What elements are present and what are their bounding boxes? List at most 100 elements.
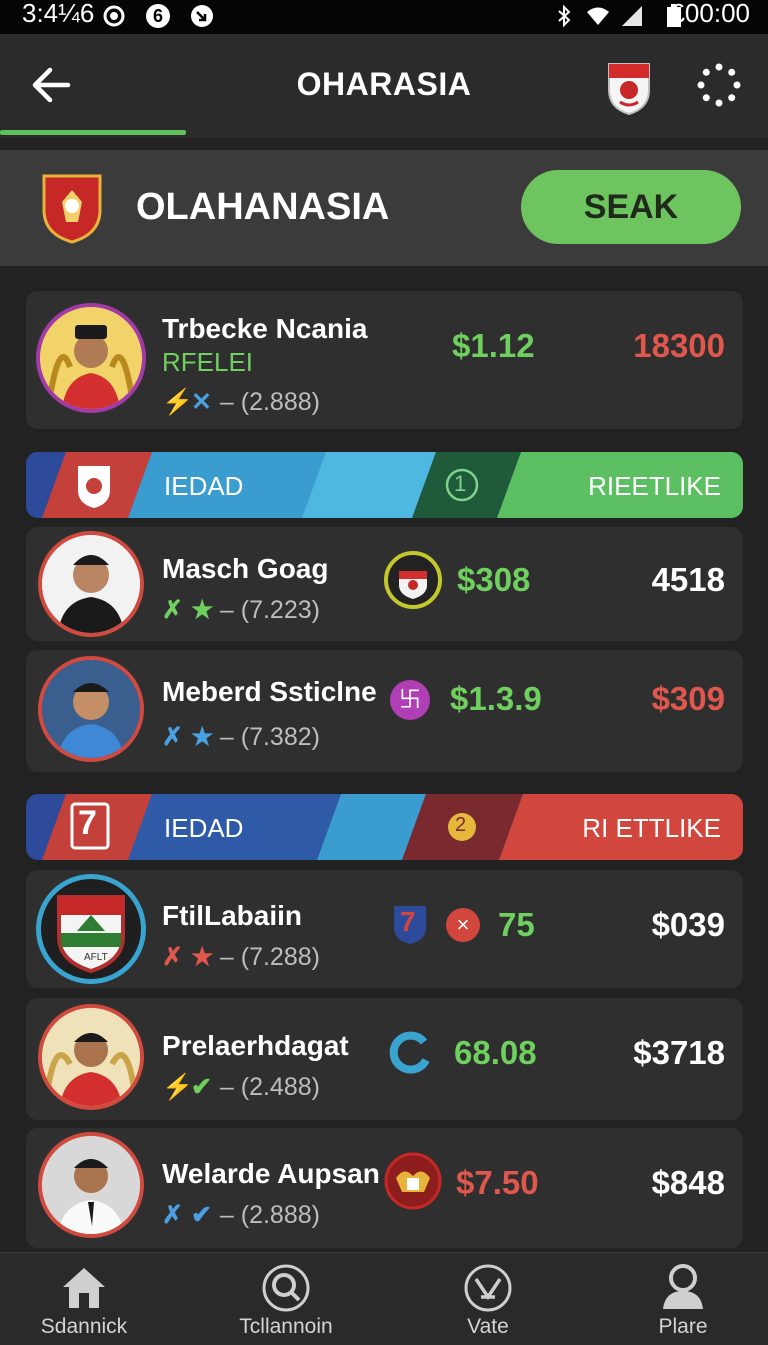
profile-icon <box>663 1264 703 1309</box>
player-avatar <box>38 531 144 637</box>
check-icon: ✔ <box>190 1073 212 1101</box>
nav-item-search[interactable]: Tcllannoin <box>196 1253 376 1345</box>
player-card[interactable]: AFLT FtilLabaiin ✗ ★ – (7.288) 7 × 75 $0… <box>26 870 743 988</box>
player-avatar <box>36 303 146 413</box>
skill-icon: ✗ <box>162 943 183 971</box>
player-avatar <box>38 1132 144 1238</box>
league-header: OLAHANASIA SEAK <box>0 150 768 266</box>
nav-label: Vate <box>467 1315 509 1338</box>
banner-mid-badge: 1 <box>454 471 467 496</box>
banner-left-label: IEDAD <box>164 471 244 501</box>
nav-item-profile[interactable]: Plare <box>593 1253 768 1345</box>
status-clock: £00:00 <box>670 0 750 28</box>
player-stats-text: – (2.888) <box>219 388 320 416</box>
player-name: Welarde Aupsan <box>162 1158 380 1189</box>
team-crest-icon[interactable] <box>606 60 652 116</box>
star-icon: ★ <box>190 596 214 624</box>
player-stats: ⚡ ✕ – (2.888) <box>162 387 320 417</box>
player-photo-icon <box>40 307 142 409</box>
player-price: $7.50 <box>456 1164 539 1201</box>
player-card[interactable]: Prelaerhdagat ⚡ ✔ – (2.488) 68.08 $3718 <box>26 998 743 1120</box>
nav-label: Tcllannoin <box>239 1315 333 1338</box>
player-photo-icon <box>42 660 140 758</box>
player-photo-icon <box>42 535 140 633</box>
skill-icon: ⚡ <box>162 1073 194 1101</box>
player-name: Meberd Ssticlne <box>162 676 377 707</box>
section-banner: 7 2 IEDAD RI ETTLIKE <box>26 794 743 860</box>
active-tab-indicator <box>0 130 186 135</box>
notification-badge-icon: 6 <box>146 4 170 28</box>
club-crest-icon <box>57 895 125 974</box>
banner-right-label: RIEETLIKE <box>588 471 721 501</box>
banner-right-label: RI ETTLIKE <box>582 813 721 843</box>
player-stats-text: – (7.382) <box>219 723 320 751</box>
player-avatar <box>38 656 144 762</box>
player-name: Prelaerhdagat <box>162 1030 349 1061</box>
home-icon <box>63 1268 105 1308</box>
signal-icon <box>622 6 642 26</box>
league-crest-icon <box>42 174 102 244</box>
club-badge-icon: 卐 <box>390 680 430 720</box>
player-tag: RFELEI <box>162 347 254 377</box>
star-icon: ★ <box>190 723 214 751</box>
player-points: $039 <box>651 906 725 943</box>
player-price: 75 <box>498 906 535 943</box>
player-photo-icon <box>42 1008 140 1106</box>
player-name: FtilLabaiin <box>162 900 302 931</box>
player-points: $3718 <box>633 1034 725 1071</box>
nav-label: Plare <box>658 1315 708 1338</box>
player-stats: ✗ ★ – (7.382) <box>162 722 320 752</box>
swap-icon: ✕ <box>190 388 212 416</box>
nav-item-home[interactable]: Sdannick <box>0 1253 174 1345</box>
player-points: $848 <box>651 1164 725 1201</box>
player-photo-icon <box>42 1136 140 1234</box>
player-stats-text: – (2.488) <box>219 1073 320 1101</box>
seek-button[interactable]: SEAK <box>521 170 741 244</box>
banner-number-badge: 7 <box>78 804 97 842</box>
skill-icon: ✗ <box>162 1201 183 1229</box>
player-stats: ✗ ★ – (7.288) <box>162 942 320 972</box>
nav-label: Sdannick <box>40 1315 128 1338</box>
record-icon <box>103 5 125 27</box>
player-avatar <box>38 1004 144 1110</box>
player-card[interactable]: Meberd Ssticlne ✗ ★ – (7.382) 卐 $1.3.9 $… <box>26 650 743 772</box>
club-badge-icon <box>384 551 442 609</box>
player-stats-text: – (7.223) <box>219 596 320 624</box>
skill-icon: ✗ <box>162 723 183 751</box>
player-stats-text: – (2.888) <box>219 1201 320 1229</box>
player-stats-text: – (7.288) <box>219 943 320 971</box>
skill-icon: ✗ <box>162 596 183 624</box>
star-icon: ★ <box>190 943 214 971</box>
vote-icon <box>464 1264 512 1312</box>
player-stats: ✗ ✔ – (2.888) <box>162 1200 320 1230</box>
status-bar: 3:4¼6 6 £00:00 <box>0 0 768 34</box>
close-badge-icon: × <box>446 908 480 942</box>
player-name: Trbecke Ncania <box>162 313 368 344</box>
player-stats: ⚡ ✔ – (2.488) <box>162 1072 320 1102</box>
player-points: 4518 <box>651 561 725 598</box>
skill-icon: ⚡ <box>162 388 194 416</box>
player-points: 18300 <box>633 327 725 364</box>
player-card[interactable]: Welarde Aupsan ✗ ✔ – (2.888) $7.50 $848 <box>26 1128 743 1248</box>
player-price: 68.08 <box>454 1034 537 1071</box>
wifi-icon <box>587 7 609 25</box>
shield-number: 7 <box>400 906 416 937</box>
player-price: $1.12 <box>452 327 535 364</box>
garuda-emblem-icon <box>384 1152 442 1210</box>
nav-item-vote[interactable]: Vate <box>398 1253 578 1345</box>
player-card[interactable]: Masch Goag ✗ ★ – (7.223) $308 4518 <box>26 527 743 641</box>
player-price: $1.3.9 <box>450 680 542 717</box>
player-card[interactable]: Trbecke Ncania RFELEI ⚡ ✕ – (2.888) $1.1… <box>26 291 743 429</box>
app-bar: OHARASIA <box>0 34 768 138</box>
club-crest-text: AFLT <box>84 952 108 963</box>
loading-spinner-icon[interactable] <box>696 62 742 108</box>
search-icon <box>262 1264 310 1312</box>
section-banner: 1 IEDAD RIEETLIKE <box>26 452 743 518</box>
player-name: Masch Goag <box>162 553 329 584</box>
page-title: OHARASIA <box>296 66 472 102</box>
refresh-icon[interactable] <box>386 1030 434 1078</box>
banner-left-label: IEDAD <box>164 813 244 843</box>
player-avatar <box>36 874 146 984</box>
status-time: 3:4¼6 <box>22 0 95 28</box>
player-points: $309 <box>651 680 725 717</box>
